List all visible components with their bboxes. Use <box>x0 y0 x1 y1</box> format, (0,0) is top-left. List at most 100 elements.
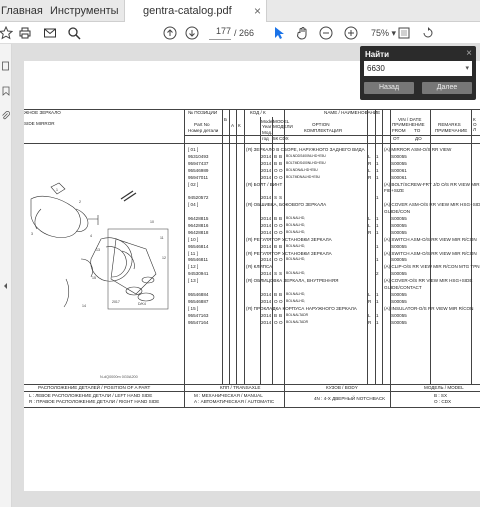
footer-body-label: КУЗОВ / BODY <box>326 385 358 390</box>
pages-icon[interactable] <box>1 58 11 71</box>
header-option: OPTION <box>312 122 330 127</box>
cell-pos: [ 13 ] <box>188 278 199 284</box>
header-to: TO <box>414 128 421 133</box>
mirror-diagram: 1 2 3 4 10 11 12 13 14 15 2017 D/K4 <box>30 182 169 310</box>
cell-q: 1 <box>376 298 379 304</box>
cell-m2: O <box>279 319 283 325</box>
header-qty: К О Л <box>473 117 477 132</box>
fit-page-icon[interactable] <box>396 25 412 41</box>
cell-pos: [ 15 ] <box>188 305 199 311</box>
cell-m2: B <box>279 291 283 297</box>
cell-pos: 94520572 <box>188 195 209 201</box>
star-icon[interactable] <box>0 25 14 41</box>
cell-yr: 2014 <box>261 160 272 166</box>
cell-opt: BOLNALHD, <box>286 216 306 220</box>
cell-name: (Я) БОЛТ / ВИНТ <box>246 181 283 187</box>
tab-home[interactable]: Главная <box>0 0 48 22</box>
tab-tools[interactable]: Инструменты <box>48 0 128 22</box>
cell-rem: (A) COVER ASM-O/S RR VIEW MIR HSG+SIDE <box>384 202 480 208</box>
footer-model-label: МОДЕЛЬ / MODEL <box>424 385 464 390</box>
header-note: ПРИМЕЧАНИЕ <box>435 128 468 133</box>
callout-10: 10 <box>150 220 154 224</box>
header-year: Year <box>262 124 272 129</box>
header-remarks: REMARKS <box>438 122 461 127</box>
cell-side: L <box>368 167 371 173</box>
cell-m1: O <box>274 167 278 173</box>
cell-m1: B <box>274 312 278 318</box>
find-input[interactable]: 6630 ▾ <box>364 61 472 76</box>
zoom-out-icon[interactable] <box>318 25 334 41</box>
cell-vin: S00055 <box>391 298 407 304</box>
cell-m1: O <box>274 298 278 304</box>
zoom-in-icon[interactable] <box>343 25 359 41</box>
cell-pos: 95947011 <box>188 174 209 180</box>
cell-vin: S00061 <box>391 167 407 173</box>
callout-2017: 2017 <box>112 300 120 304</box>
cell-yr: 2014 <box>261 257 272 263</box>
print-icon[interactable] <box>17 25 33 41</box>
attachment-icon[interactable] <box>1 108 11 120</box>
hand-tool-icon[interactable] <box>295 25 311 41</box>
cell-rem: (A) MIRROR ASM-O/S RR VIEW <box>384 147 452 152</box>
callout-12: 12 <box>162 256 166 260</box>
cell-name: (Я) РЕГУЛЯТОР УСТАНОВКИ ЗЕРКАЛА <box>246 236 332 242</box>
cell-pos: [ 01 ] <box>188 147 199 152</box>
cell-pos: 96428815 <box>188 216 209 221</box>
cell-vin: S00055 <box>391 243 407 249</box>
header-a: А <box>231 123 235 128</box>
cell-pos: [ 02 ] <box>188 181 199 187</box>
cell-pos: 95546989 <box>188 167 209 173</box>
cell-yr: 2014 <box>261 271 272 277</box>
tab-document[interactable]: gentra-catalog.pdf × <box>124 0 267 23</box>
cell-side: R <box>368 298 372 304</box>
cell-pos: 95546814 <box>188 243 209 249</box>
expand-panel-icon[interactable] <box>1 278 11 289</box>
cell-m2: O <box>279 257 283 263</box>
cell-yr: 2014 <box>261 243 272 249</box>
cell-opt: BOLNALHD, <box>286 298 306 303</box>
cell-q: 1 <box>376 257 379 263</box>
toolbar: 177 / 266 75% ▾ <box>0 22 480 44</box>
cell-yr: 2014 <box>261 298 272 304</box>
bookmark-icon[interactable] <box>1 83 11 96</box>
mail-icon[interactable] <box>42 25 58 41</box>
cell-rem: (A) SWITCH ASM-O/S RR VIEW MIR R/CON <box>384 250 477 256</box>
cell-rem: (A) BOLT/SCREW-FRT J/D O/S RR VIEW MIR <box>384 181 480 187</box>
find-next-button[interactable]: Далее <box>422 82 472 94</box>
cell-side: R <box>368 229 372 235</box>
chevron-down-icon[interactable]: ▾ <box>465 61 469 76</box>
doc-title-en: SIDE MIRROR <box>24 121 55 126</box>
page-down-icon[interactable] <box>184 25 200 41</box>
close-icon[interactable]: × <box>466 48 472 59</box>
cell-name: (Я) ОБЛИЦОВКА ЗЕРКАЛА, ВНУТРЕННЯЯ <box>246 278 339 284</box>
cell-m2: O <box>279 174 283 180</box>
cell-name: (Я) ОБШИВКА, БОКОВОГО ЗЕРКАЛА <box>246 202 327 208</box>
find-back-button[interactable]: Назад <box>364 82 414 94</box>
search-icon[interactable] <box>66 25 82 41</box>
cell-q: 2 <box>376 271 379 277</box>
zoom-level[interactable]: 75% ▾ <box>371 28 396 39</box>
header-name: NAME / НАИМЕНОВАНИЕ <box>324 110 381 115</box>
page-up-icon[interactable] <box>162 25 178 41</box>
cell-name: (Я) КЛИПСА <box>246 264 273 270</box>
cell-pos: [ 10 ] <box>188 236 199 242</box>
zoom-value: 75% <box>371 28 390 38</box>
cell-m1: B <box>274 291 278 297</box>
close-tab-icon[interactable]: × <box>254 0 261 22</box>
cell-m2: S <box>279 271 283 277</box>
footer-model-b: B : SX <box>434 393 448 398</box>
footer-right-side: R : ПРАВОЕ РАСПОЛОЖЕНИЕ ДЕТАЛИ / RIGHT H… <box>29 399 160 404</box>
cell-m2: O <box>279 229 283 235</box>
callout-13: 13 <box>96 248 100 252</box>
cell-m1: O <box>274 222 278 228</box>
document-viewer[interactable]: ЖНОЕ ЗЕРКАЛО SIDE MIRROR № ПОЗИЦИИ Part … <box>12 44 480 507</box>
cell-pos: [ 12 ] <box>188 264 199 270</box>
rotate-icon[interactable] <box>420 25 436 41</box>
footer-manual: M : МЕХАНИЧЕСКАЯ / MANUAL <box>194 393 263 398</box>
cell-pos: 95947437 <box>188 160 209 166</box>
select-cursor-icon[interactable] <box>271 25 287 41</box>
callout-11: 11 <box>160 236 164 240</box>
cell-m2: O <box>279 167 283 173</box>
cell-rem: (A) COVER-O/S RR VIEW MIR HSG+SIDE <box>384 278 473 284</box>
page-number-input[interactable]: 177 <box>209 26 231 40</box>
